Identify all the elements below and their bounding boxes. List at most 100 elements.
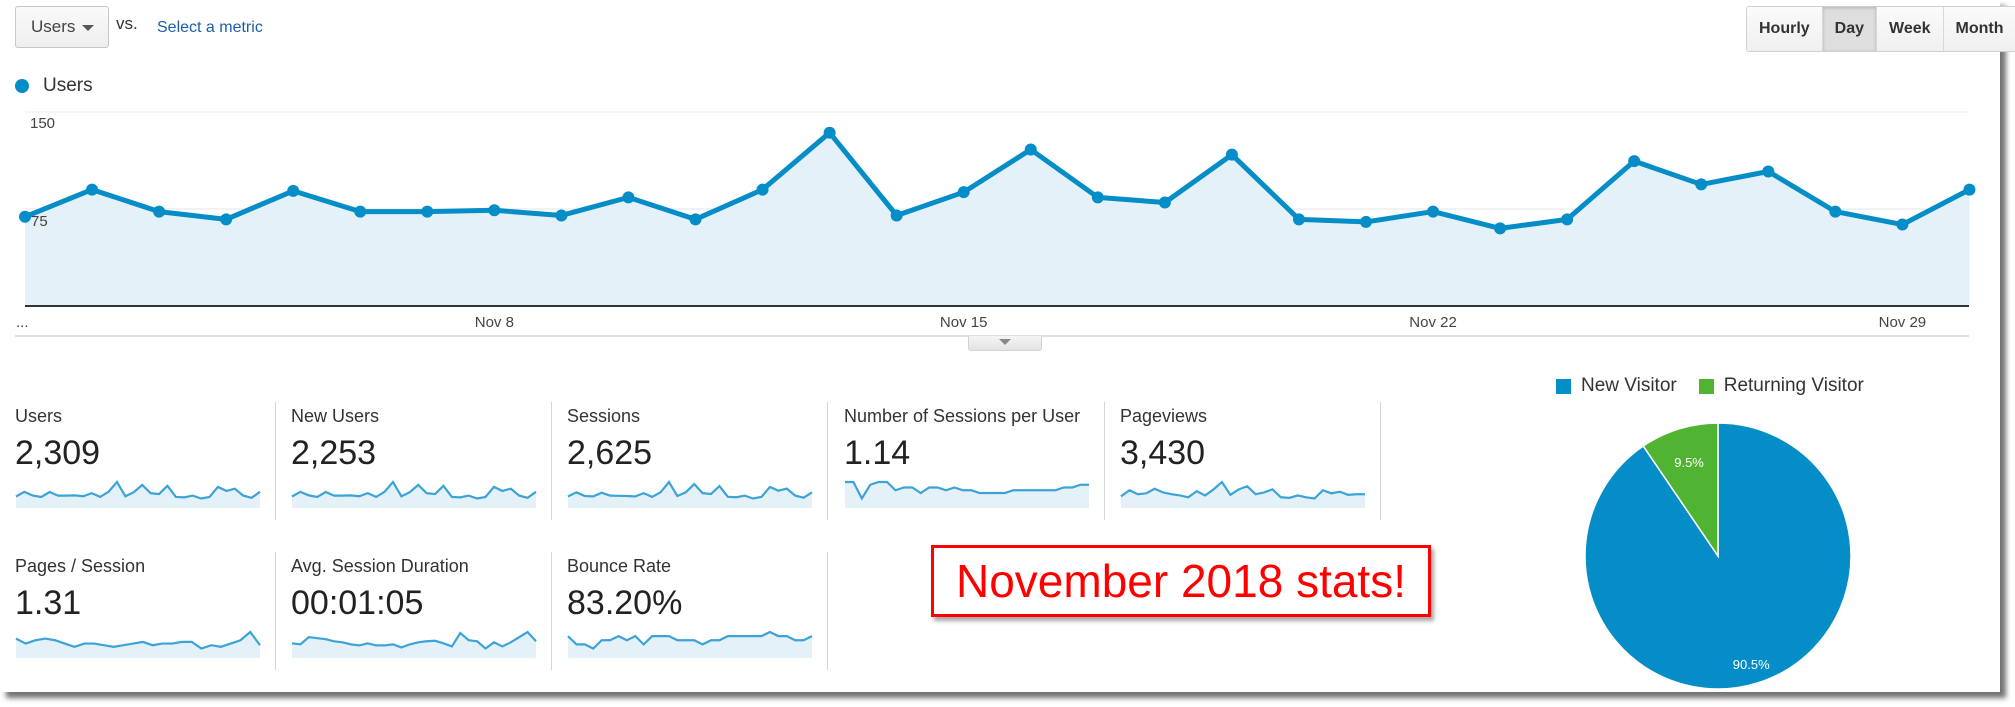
legend-dot-icon: [15, 79, 29, 93]
scorecard-value: 2,309: [15, 434, 101, 472]
legend-label-new-visitor: New Visitor: [1581, 375, 1677, 396]
scorecard-label: Avg. Session Duration: [291, 556, 469, 576]
sparkline: [845, 480, 1089, 508]
metric-select-dropdown[interactable]: Users: [15, 6, 109, 48]
chevron-down-icon: [82, 25, 94, 31]
data-point-nov-12[interactable]: [756, 183, 769, 196]
sparkline-area: [16, 482, 260, 508]
select-metric-link[interactable]: Select a metric: [157, 19, 263, 37]
data-point-nov-29[interactable]: [1896, 218, 1909, 231]
chart-legend: Users: [15, 75, 93, 97]
scorecard-value: 1.14: [844, 434, 911, 472]
x-tick-label: Nov 22: [1409, 314, 1457, 331]
pie-legend: New Visitor Returning Visitor: [1556, 375, 1886, 397]
x-tick-label: ...: [16, 314, 29, 331]
sparkline-area: [292, 482, 536, 508]
area-fill: [25, 132, 1970, 306]
legend-label-returning-visitor: Returning Visitor: [1723, 375, 1864, 396]
scorecard-users[interactable]: Users 2,309: [0, 402, 276, 520]
data-point-nov-11[interactable]: [689, 213, 702, 226]
x-tick-label: Nov 29: [1879, 314, 1927, 331]
data-point-nov-2[interactable]: [86, 183, 99, 196]
data-point-nov-1[interactable]: [19, 210, 31, 223]
scorecard-avg-session-duration[interactable]: Avg. Session Duration 00:01:05: [276, 552, 552, 670]
new-visitor-swatch-icon: [1556, 378, 1571, 394]
vs-label: vs.: [116, 14, 138, 33]
data-point-nov-7[interactable]: [421, 205, 434, 218]
scorecard-value: 83.20%: [567, 584, 683, 622]
data-point-nov-5[interactable]: [287, 184, 300, 197]
y-tick-75: 75: [31, 213, 48, 230]
annotation-callout: November 2018 stats!: [931, 545, 1431, 617]
data-point-nov-17[interactable]: [1091, 191, 1104, 204]
data-point-nov-8[interactable]: [488, 204, 501, 217]
data-point-nov-14[interactable]: [890, 209, 903, 222]
visitor-type-pie-chart: 90.5% 9.5%: [1584, 422, 1852, 690]
data-point-nov-28[interactable]: [1829, 205, 1842, 218]
scorecard-value: 3,430: [1120, 434, 1206, 472]
sparkline: [291, 630, 537, 658]
users-line-chart: 150 75 ... Nov 8 Nov 15 Nov 22 Nov 29: [15, 111, 1976, 337]
data-point-nov-19[interactable]: [1225, 148, 1238, 161]
scorecard-pageviews[interactable]: Pageviews 3,430: [1105, 402, 1381, 520]
x-tick-label: Nov 15: [940, 314, 988, 331]
caret-down-icon: [999, 339, 1011, 345]
scorecard-label: Users: [15, 406, 63, 426]
data-point-nov-26[interactable]: [1695, 178, 1708, 191]
data-point-nov-21[interactable]: [1360, 215, 1372, 228]
data-point-nov-4[interactable]: [220, 213, 233, 226]
collapse-chart-handle[interactable]: [968, 336, 1042, 351]
sparkline-area: [845, 482, 1089, 508]
data-point-nov-13[interactable]: [823, 126, 836, 139]
legend-label-users: Users: [43, 75, 93, 96]
scorecard-value: 00:01:05: [291, 584, 424, 622]
metric-select-value: Users: [31, 17, 76, 36]
data-point-nov-18[interactable]: [1158, 196, 1171, 209]
scorecard-label: Pageviews: [1120, 406, 1208, 426]
legend-item-new-visitor[interactable]: New Visitor: [1556, 375, 1677, 397]
data-point-nov-20[interactable]: [1292, 213, 1305, 226]
scorecard-value: 2,625: [567, 434, 653, 472]
data-point-nov-25[interactable]: [1628, 155, 1641, 168]
day-button[interactable]: Day: [1822, 7, 1878, 51]
data-point-nov-23[interactable]: [1494, 222, 1507, 235]
week-button[interactable]: Week: [1877, 7, 1944, 51]
scorecard-sessions[interactable]: Sessions 2,625: [552, 402, 828, 520]
sparkline: [1120, 480, 1365, 508]
scorecard-label: Bounce Rate: [567, 556, 672, 576]
scorecard-label: Number of Sessions per User: [844, 406, 1081, 426]
data-point-nov-30[interactable]: [1963, 183, 1976, 196]
month-button[interactable]: Month: [1943, 7, 2015, 51]
data-point-nov-24[interactable]: [1561, 213, 1574, 226]
data-point-nov-3[interactable]: [153, 205, 166, 218]
analytics-panel: Users vs. Select a metric Hourly Day Wee…: [0, 0, 2015, 692]
hourly-button[interactable]: Hourly: [1747, 7, 1823, 51]
pie-data-label: 9.5%: [1674, 455, 1704, 470]
time-granularity-toggle: Hourly Day Week Month: [1746, 6, 2015, 52]
data-point-nov-15[interactable]: [957, 186, 970, 199]
data-point-nov-27[interactable]: [1762, 165, 1775, 178]
data-point-nov-6[interactable]: [354, 205, 367, 218]
scorecard-label: Sessions: [567, 406, 641, 426]
scorecard-pages-session[interactable]: Pages / Session 1.31: [0, 552, 276, 670]
y-tick-150: 150: [30, 115, 55, 132]
scorecard-label: New Users: [291, 406, 380, 426]
data-point-nov-22[interactable]: [1427, 205, 1440, 218]
data-point-nov-10[interactable]: [622, 191, 635, 204]
sparkline-area: [1121, 482, 1365, 508]
sparkline: [567, 630, 813, 658]
sparkline: [15, 630, 261, 658]
scorecard-new-users[interactable]: New Users 2,253: [276, 402, 552, 520]
scorecard-value: 2,253: [291, 434, 377, 472]
returning-visitor-swatch-icon: [1698, 378, 1714, 394]
data-point-nov-16[interactable]: [1024, 143, 1037, 156]
scorecard-label: Pages / Session: [15, 556, 146, 576]
sparkline: [567, 480, 813, 508]
sparkline: [291, 480, 537, 508]
scorecard-bounce-rate[interactable]: Bounce Rate 83.20%: [552, 552, 828, 670]
pie-data-label: 90.5%: [1733, 657, 1770, 672]
legend-item-returning-visitor[interactable]: Returning Visitor: [1698, 375, 1864, 397]
sparkline-area: [568, 482, 812, 508]
data-point-nov-9[interactable]: [555, 209, 568, 222]
scorecard-number-of-sessions-per-user[interactable]: Number of Sessions per User 1.14: [829, 402, 1105, 520]
